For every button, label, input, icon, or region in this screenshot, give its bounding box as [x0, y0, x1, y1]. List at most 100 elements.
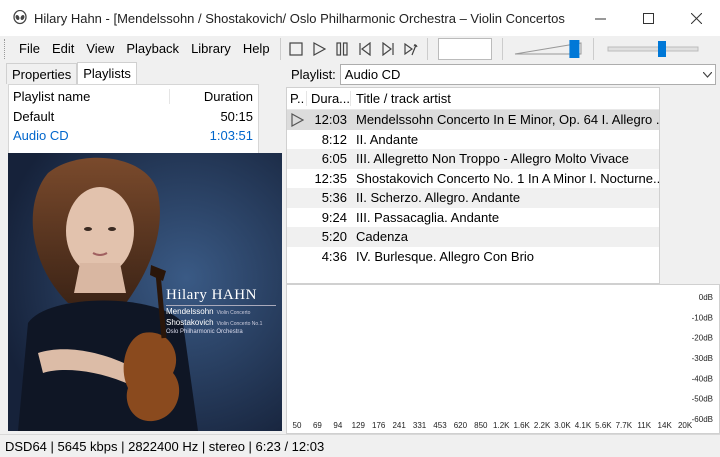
track-row[interactable]: 6:05 III. Allegretto Non Troppo - Allegr… [287, 149, 659, 169]
cover-composer-2: Shostakovich [166, 318, 214, 327]
random-icon: ? [404, 42, 418, 56]
cover-orchestra: Oslo Philharmonic Orchestra [166, 329, 243, 335]
frequency-tick-label: 331 [413, 421, 427, 430]
playlist-row[interactable]: Audio CD 1:03:51 [9, 126, 258, 145]
frequency-tick-label: 1.2K [493, 421, 510, 430]
db-tick-label: -50dB [692, 395, 713, 404]
playlist-duration: 50:15 [220, 109, 253, 124]
next-button[interactable] [377, 38, 400, 60]
db-tick-label: -60dB [692, 415, 713, 424]
cover-work-1: Violin Concerto [216, 310, 251, 316]
volume-slider[interactable] [513, 38, 589, 60]
status-text: DSD64 | 5645 kbps | 2822400 Hz | stereo … [5, 438, 325, 454]
track-title: III. Allegretto Non Troppo - Allegro Mol… [356, 151, 629, 167]
column-header-title[interactable]: Title / track artist [351, 91, 659, 106]
play-icon [313, 42, 327, 56]
track-title: II. Andante [356, 131, 419, 147]
next-icon [382, 42, 394, 56]
frequency-tick-label: 11K [637, 421, 651, 430]
playlist-dropdown[interactable]: Audio CD [339, 64, 716, 85]
track-row[interactable]: 12:03 Mendelssohn Concerto In E Minor, O… [287, 110, 659, 130]
column-header-duration[interactable]: Dura... [307, 91, 351, 106]
playlist-row[interactable]: Default 50:15 [9, 107, 258, 126]
track-duration: 8:12 [321, 131, 347, 147]
spectrum-analyzer-plot: 0dB -10dB -20dB -30dB -40dB -50dB -60dB 50 69 94 1… [293, 293, 713, 430]
frequency-tick-label: 850 [474, 421, 488, 430]
track-duration: 6:05 [321, 151, 347, 167]
maximize-button[interactable] [624, 0, 672, 36]
seek-slider[interactable] [606, 38, 700, 60]
column-header-duration[interactable]: Duration [169, 88, 258, 104]
column-header-playlist-name[interactable]: Playlist name [9, 89, 169, 104]
close-button[interactable] [672, 0, 720, 36]
db-tick-label: 0dB [699, 293, 713, 302]
track-row[interactable]: 5:36 II. Scherzo. Allegro. Andante [287, 188, 659, 208]
db-tick-label: -40dB [692, 374, 713, 383]
status-bar: DSD64 | 5645 kbps | 2822400 Hz | stereo … [0, 434, 720, 457]
seek-slider-thumb[interactable] [657, 41, 666, 57]
frequency-tick-label: 69 [313, 421, 322, 430]
track-title: II. Scherzo. Allegro. Andante [356, 190, 521, 206]
playlist-duration: 1:03:51 [209, 128, 253, 143]
frequency-tick-label: 14K [658, 421, 673, 430]
cover-composer-1: Mendelssohn [166, 307, 214, 316]
random-button[interactable]: ? [400, 38, 423, 60]
play-button[interactable] [308, 38, 331, 60]
track-duration: 12:03 [314, 112, 347, 128]
track-row[interactable]: 5:20 Cadenza [287, 227, 659, 247]
stop-icon [289, 42, 303, 56]
tab-playlists[interactable]: Playlists [77, 62, 137, 85]
title-bar: Hilary Hahn - [Mendelssohn / Shostakovic… [0, 0, 720, 36]
menu-playback[interactable]: Playback [120, 36, 185, 62]
menu-grip[interactable] [4, 39, 7, 59]
menu-edit[interactable]: Edit [46, 36, 80, 62]
track-title: Shostakovich Concerto No. 1 In A Minor I… [356, 170, 659, 186]
track-row[interactable]: 9:24 III. Passacaglia. Andante [287, 208, 659, 228]
track-duration: 5:36 [321, 190, 347, 206]
now-playing-icon [287, 112, 307, 127]
toolbar-separator [592, 38, 594, 60]
toolbar-empty-field[interactable] [437, 38, 492, 60]
frequency-tick-label: 5.6K [595, 421, 612, 430]
left-panel: Properties Playlists Playlist name Durat… [0, 62, 284, 434]
cover-text-block: Mendelssohn Violin Concerto Shostakovich… [166, 305, 276, 349]
track-row[interactable]: 8:12 II. Andante [287, 130, 659, 150]
frequency-tick-label: 129 [352, 421, 366, 430]
track-duration: 12:35 [314, 170, 347, 186]
frequency-tick-label: 3.0K [554, 421, 571, 430]
menu-file[interactable]: File [13, 36, 46, 62]
toolbar-separator [279, 38, 281, 60]
menu-help[interactable]: Help [237, 36, 276, 62]
track-title: Cadenza [356, 229, 409, 245]
column-header-playing[interactable]: P.. [287, 91, 307, 106]
stop-button[interactable] [285, 38, 308, 60]
frequency-tick-label: 4.1K [575, 421, 592, 430]
track-row[interactable]: 4:36 IV. Burlesque. Allegro Con Brio [287, 247, 659, 267]
track-title: III. Passacaglia. Andante [356, 209, 500, 225]
frequency-tick-label: 241 [392, 421, 406, 430]
track-rows: 12:03 Mendelssohn Concerto In E Minor, O… [287, 110, 659, 266]
minimize-icon [594, 18, 606, 19]
window-title: Hilary Hahn - [Mendelssohn / Shostakovic… [34, 10, 565, 26]
left-tabs: Properties Playlists [6, 62, 137, 85]
track-row[interactable]: 12:35 Shostakovich Concerto No. 1 In A M… [287, 169, 659, 189]
menu-view[interactable]: View [80, 36, 120, 62]
pause-icon [336, 42, 348, 56]
frequency-tick-label: 453 [433, 421, 447, 430]
pause-button[interactable] [331, 38, 354, 60]
svg-text:?: ? [413, 45, 416, 52]
track-title: IV. Burlesque. Allegro Con Brio [356, 248, 535, 264]
album-cover-art: Hilary HAHN Mendelssohn Violin Concerto … [8, 153, 282, 431]
frequency-tick-label: 176 [372, 421, 386, 430]
chevron-down-icon [699, 71, 715, 78]
menu-library[interactable]: Library [185, 36, 237, 62]
tab-properties[interactable]: Properties [6, 63, 78, 84]
previous-button[interactable] [354, 38, 377, 60]
track-duration: 5:20 [321, 229, 347, 245]
minimize-button[interactable] [576, 0, 624, 36]
cover-artist-text: Hilary HAHN [166, 287, 257, 303]
track-title: Mendelssohn Concerto In E Minor, Op. 64 … [356, 112, 659, 128]
maximize-icon [642, 12, 654, 24]
track-list-header: P.. Dura... Title / track artist [287, 88, 659, 110]
volume-slider-thumb[interactable] [568, 40, 579, 58]
